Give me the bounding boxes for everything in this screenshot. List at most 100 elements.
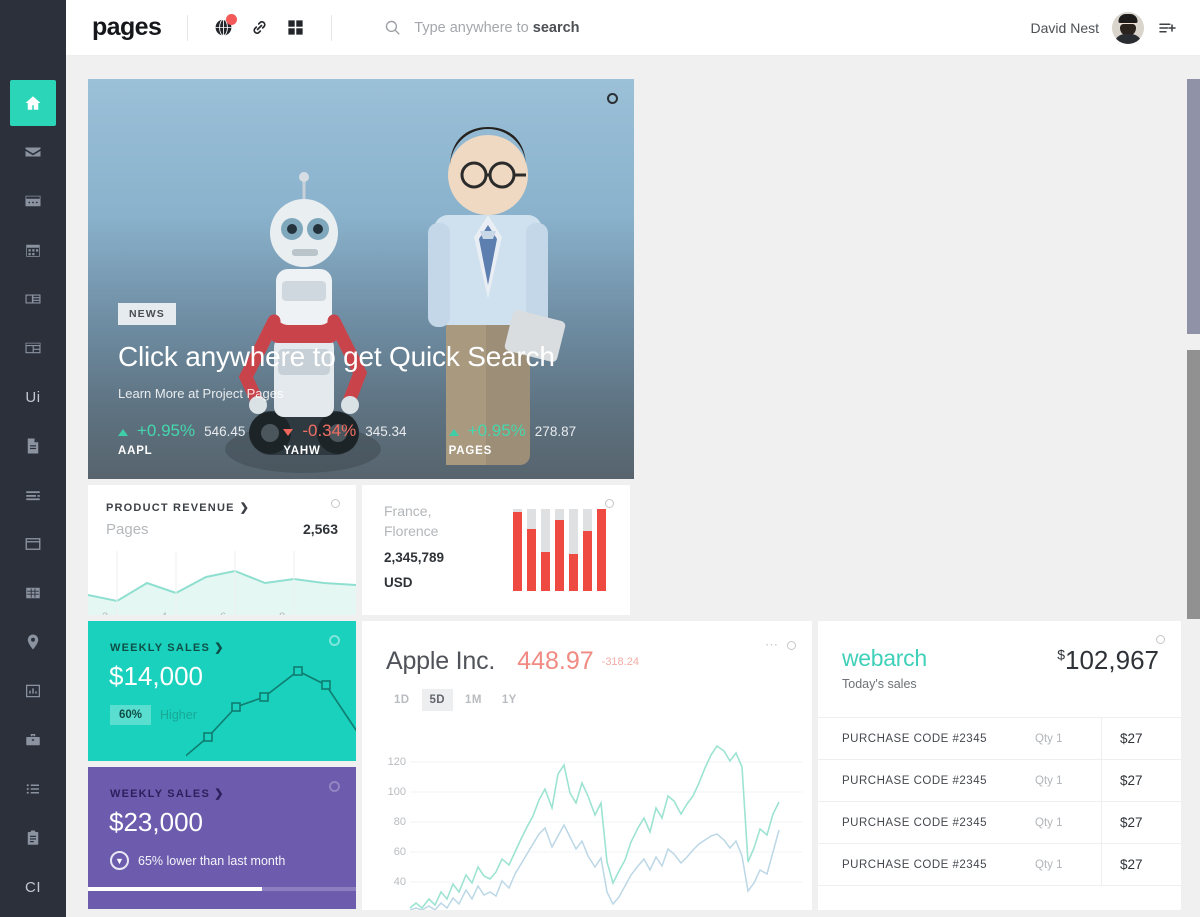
chevron-right-icon[interactable]: ❯: [240, 501, 249, 514]
user-name[interactable]: David Nest: [1031, 20, 1099, 36]
currency-symbol: $: [1057, 646, 1066, 663]
file-icon: [27, 438, 39, 454]
add-list-icon[interactable]: [1157, 19, 1178, 37]
apple-chart-delta: -318.24: [601, 655, 639, 668]
header-icon-group: [214, 14, 305, 37]
origami-card[interactable]: NEWS So much more to see at a glance. Le…: [1187, 79, 1200, 334]
brand-logo[interactable]: pages: [92, 13, 162, 42]
search-placeholder: Type anywhere to search: [414, 20, 579, 36]
chevron-right-icon[interactable]: ❯: [214, 788, 224, 800]
dashboard-icon: [25, 342, 41, 354]
webarch-total-value: 102,967: [1065, 645, 1159, 675]
weather-card[interactable]: 30° TODAY Feels like rainy November 2014…: [1187, 350, 1200, 619]
france-info: France, Florence 2,345,789 USD: [384, 502, 444, 592]
more-dots-icon[interactable]: ⋯: [765, 637, 779, 653]
webarch-brand-block: webarch Today's sales: [842, 645, 927, 691]
sidebar-item-window[interactable]: [10, 521, 56, 567]
sidebar-item-home[interactable]: [10, 80, 56, 126]
apple-chart-price: 448.97: [517, 647, 594, 675]
france-amount: 2,345,789: [384, 549, 445, 565]
ticker-value: 345.34: [365, 424, 407, 439]
france-card-marker[interactable]: [605, 499, 614, 508]
webarch-marker[interactable]: [1156, 635, 1165, 644]
purchase-price: $27: [1101, 843, 1181, 886]
sidebar-item-dashboard[interactable]: [10, 325, 56, 371]
bottom-row: WEEKLY SALES ❯ $14,000 60% Higher WEEKLY…: [88, 621, 1181, 910]
briefcase-icon: [26, 734, 40, 746]
sidebar-item-ui[interactable]: Ui: [10, 374, 56, 420]
trend-up-icon: [448, 429, 459, 436]
ticker-item[interactable]: -0.34% 345.34 YAHW: [283, 421, 448, 457]
sidebar-item-tables[interactable]: [10, 570, 56, 616]
product-revenue-value: 2,563: [302, 521, 338, 537]
weekly-sales-teal-card[interactable]: WEEKLY SALES ❯ $14,000 60% Higher: [88, 621, 356, 761]
globe-icon[interactable]: [214, 14, 238, 37]
bar-track: [513, 509, 522, 591]
tab-1y[interactable]: 1Y: [494, 689, 525, 711]
sidebar-item-clipboard[interactable]: [10, 815, 56, 861]
right-top-row: NEWS So much more to see at a glance. Le…: [1187, 79, 1200, 344]
purchase-code: PURCHASE CODE #2345: [842, 858, 987, 871]
product-revenue-marker[interactable]: [331, 499, 340, 508]
xtick: 8: [279, 611, 285, 615]
search-icon: [384, 19, 401, 36]
weekly-sales-purple-note: 65% lower than last month: [138, 853, 286, 868]
ticker-item[interactable]: +0.95% 278.87 PAGES: [448, 421, 614, 457]
purchase-qty: Qty 1: [1035, 816, 1063, 829]
hero-card[interactable]: NEWS Click anywhere to get Quick Search …: [88, 79, 634, 479]
purchase-code: PURCHASE CODE #2345: [842, 816, 987, 829]
apple-chart-card[interactable]: ⋯ Apple Inc. 448.97 -318.24 1D 5D 1M 1Y …: [362, 621, 812, 910]
hero-card-marker[interactable]: [607, 93, 618, 104]
sidebar-item-shop[interactable]: [10, 717, 56, 763]
sidebar-item-browser[interactable]: [10, 178, 56, 224]
search-placeholder-prefix: Type anywhere to: [414, 19, 533, 36]
ticker-list: +0.95% 546.45 AAPL -0.34% 345.34 YAHW +0.9…: [118, 421, 614, 457]
weekly-sales-column: WEEKLY SALES ❯ $14,000 60% Higher WEEKLY…: [88, 621, 356, 910]
tab-1m[interactable]: 1M: [457, 689, 490, 711]
weekly-sales-purple-marker[interactable]: [329, 781, 340, 792]
sidebar-item-calendar[interactable]: [10, 227, 56, 273]
france-card[interactable]: France, Florence 2,345,789 USD: [362, 485, 630, 615]
search-input[interactable]: Type anywhere to search: [384, 19, 1030, 36]
table-row[interactable]: PURCHASE CODE #2345 Qty 1 $27: [818, 759, 1181, 802]
tab-5d[interactable]: 5D: [421, 689, 454, 711]
grid-icon[interactable]: [286, 18, 305, 37]
avatar[interactable]: [1112, 11, 1144, 44]
ticker-symbol: AAPL: [118, 445, 153, 457]
sidebar-item-layout[interactable]: [10, 276, 56, 322]
product-revenue-header: PRODUCT REVENUE ❯: [88, 485, 356, 515]
table-row[interactable]: PURCHASE CODE #2345 Qty 1 $27: [818, 717, 1181, 760]
sidebar-item-mail[interactable]: [10, 129, 56, 175]
sidebar-item-ci-label: CI: [25, 878, 41, 896]
webarch-header: webarch Today's sales $102,967: [818, 621, 1181, 691]
table-row[interactable]: PURCHASE CODE #2345 Qty 1 $27: [818, 801, 1181, 844]
bar-track: [597, 509, 606, 591]
apple-chart-marker[interactable]: [787, 640, 796, 650]
weekly-sales-purple-card[interactable]: WEEKLY SALES ❯ $23,000 ▼ 65% lower than …: [88, 767, 356, 909]
bar-track: [583, 509, 592, 591]
xtick: 4: [161, 611, 167, 615]
sidebar-item-pages[interactable]: [10, 423, 56, 469]
table-row[interactable]: PURCHASE CODE #2345 Qty 1 $27: [818, 843, 1181, 886]
ticker-item[interactable]: +0.95% 546.45 AAPL: [118, 421, 283, 457]
table-row-partial[interactable]: [818, 885, 1181, 910]
sidebar-item-maps[interactable]: [10, 619, 56, 665]
product-revenue-card[interactable]: PRODUCT REVENUE ❯ Pages 2,563: [88, 485, 356, 615]
webarch-card[interactable]: webarch Today's sales $102,967 PURCHASE …: [818, 621, 1181, 910]
tab-1d[interactable]: 1D: [386, 689, 418, 711]
webarch-brand: webarch: [842, 645, 927, 671]
weekly-sales-purple-amount: $23,000: [109, 807, 203, 837]
product-revenue-series-label: Pages: [106, 521, 149, 538]
hero-subtitle[interactable]: Learn More at Project Pages: [118, 386, 614, 401]
small-cards-row: PRODUCT REVENUE ❯ Pages 2,563 France, Fl…: [88, 485, 1181, 615]
sidebar-item-forms[interactable]: [10, 472, 56, 518]
ticker-percent: +0.95%: [467, 421, 526, 440]
link-icon[interactable]: [250, 18, 269, 37]
france-city-line1: France,: [384, 503, 432, 519]
purchase-qty: Qty 1: [1035, 858, 1063, 871]
weekly-sales-teal-footer: 60% Higher: [110, 705, 197, 725]
sidebar-item-charts[interactable]: [10, 668, 56, 714]
sidebar-item-ci[interactable]: CI: [10, 864, 56, 910]
sidebar-item-list[interactable]: [10, 766, 56, 812]
trend-down-icon: [283, 429, 294, 436]
